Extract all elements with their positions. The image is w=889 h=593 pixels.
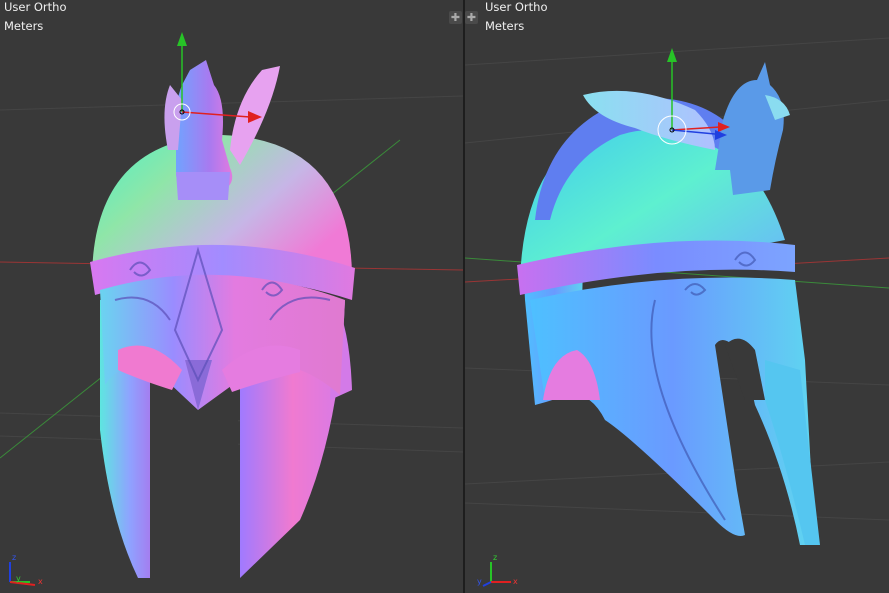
- units-label: Meters: [4, 19, 44, 33]
- split-handle-left[interactable]: ✚: [449, 11, 462, 24]
- viewport-right[interactable]: User Ortho Meters ✚ z y x: [465, 0, 889, 593]
- plus-icon: ✚: [466, 11, 477, 24]
- orientation-axes-left: [9, 562, 36, 586]
- helmet-front-view[interactable]: [90, 60, 355, 580]
- viewport-left[interactable]: User Ortho Meters ✚ z y x: [0, 0, 463, 593]
- orientation-axes-right: [482, 562, 511, 587]
- view-mode-label: User Ortho: [4, 0, 67, 14]
- viewport-right-scene[interactable]: [465, 0, 889, 593]
- viewport-left-scene[interactable]: [0, 0, 463, 593]
- view-mode-label: User Ortho: [485, 0, 548, 14]
- plus-icon: ✚: [450, 11, 461, 24]
- split-handle-right[interactable]: ✚: [465, 11, 478, 24]
- units-label: Meters: [485, 19, 525, 33]
- helmet-side-view[interactable]: [517, 62, 820, 545]
